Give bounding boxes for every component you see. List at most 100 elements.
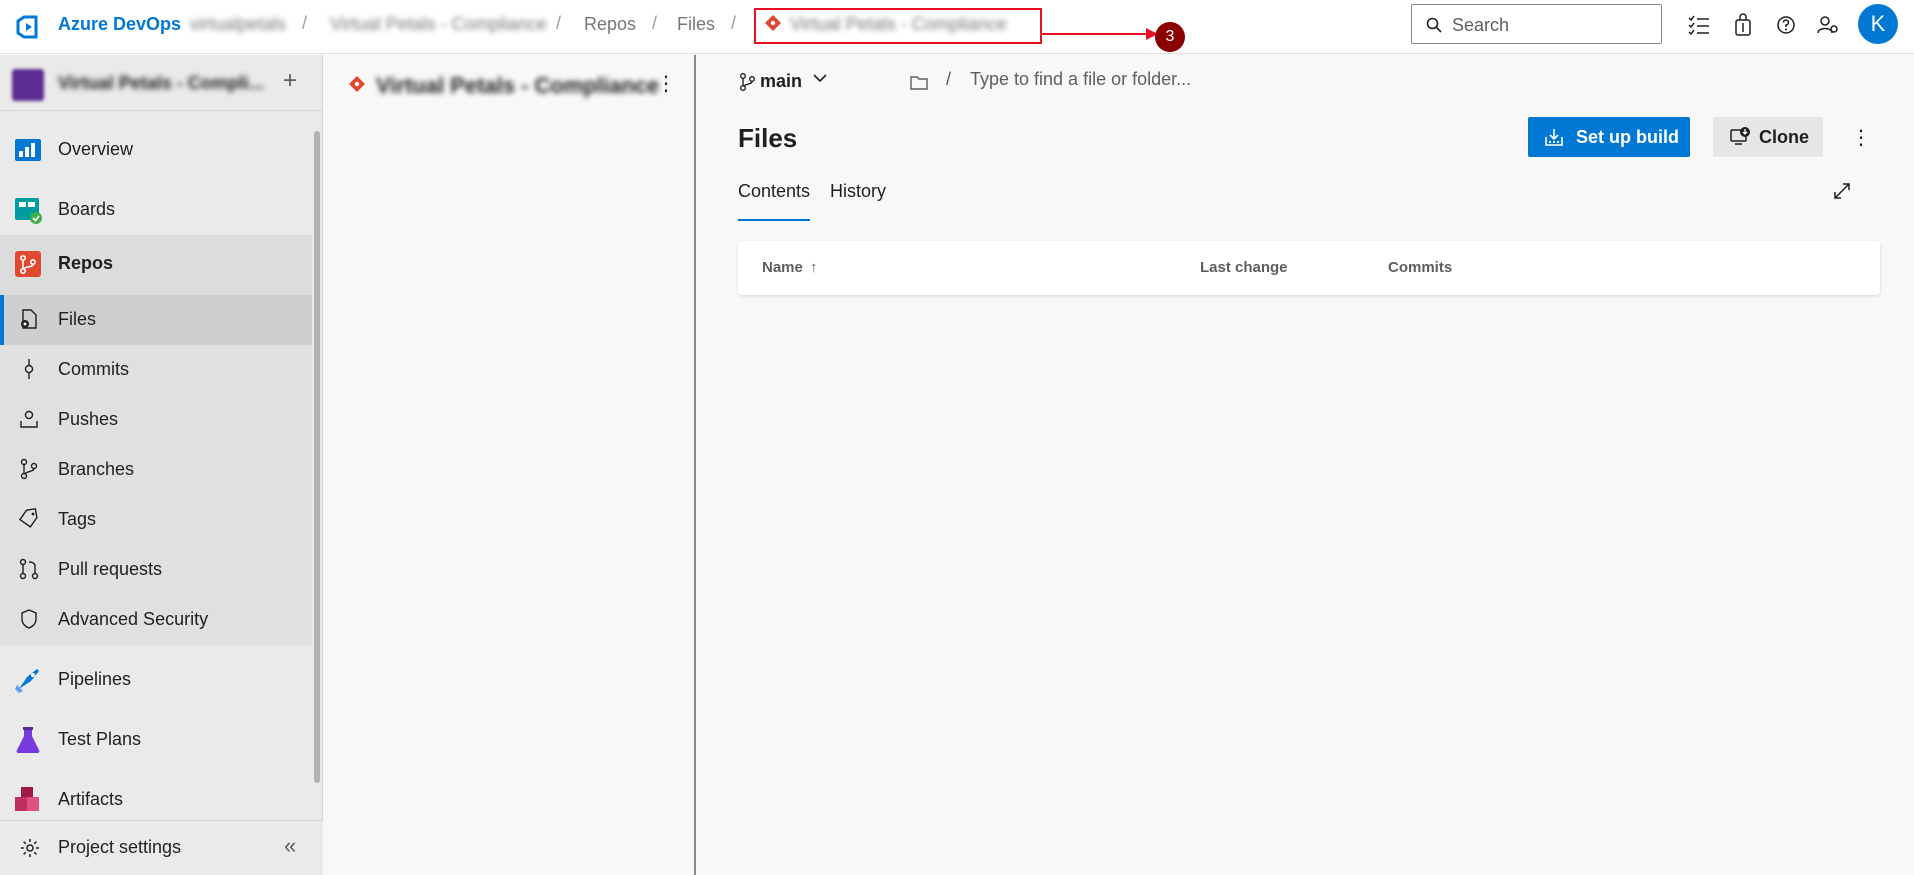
set-up-build-label: Set up build bbox=[1576, 127, 1679, 147]
azure-devops-logo-icon[interactable] bbox=[14, 13, 42, 41]
clone-button[interactable]: Clone bbox=[1713, 117, 1823, 157]
tab-contents[interactable]: Contents bbox=[738, 181, 810, 202]
breadcrumb-separator: / bbox=[556, 13, 562, 33]
build-icon bbox=[1545, 129, 1563, 146]
sidebar-item-label: Files bbox=[58, 309, 97, 329]
breadcrumb-org[interactable]: virtualpetals bbox=[190, 14, 286, 35]
sidebar-item-label: Advanced Security bbox=[58, 609, 209, 629]
project-settings-row[interactable]: Project settings « bbox=[0, 820, 323, 875]
breadcrumb-separator: / bbox=[302, 13, 308, 33]
sidebar-item-label: Pull requests bbox=[58, 559, 163, 579]
sidebar-item-artifacts[interactable]: Artifacts bbox=[0, 775, 312, 825]
page-title: Files bbox=[738, 123, 798, 153]
marketplace-icon[interactable] bbox=[1730, 12, 1756, 38]
clone-label: Clone bbox=[1759, 127, 1810, 147]
breadcrumb-files[interactable]: Files bbox=[677, 14, 715, 35]
repos-section: Repos Files Commits Pushes Branches Tags… bbox=[0, 235, 312, 645]
annotation-highlight-box bbox=[754, 8, 1042, 44]
folder-icon[interactable] bbox=[910, 74, 928, 90]
overview-icon bbox=[15, 139, 41, 161]
breadcrumb-project[interactable]: Virtual Petals - Compliance bbox=[330, 14, 547, 35]
sidebar-item-pipelines[interactable]: Pipelines bbox=[0, 655, 312, 705]
git-repo-icon bbox=[349, 76, 365, 92]
set-up-build-button[interactable]: Set up build bbox=[1528, 117, 1690, 157]
sidebar-item-boards[interactable]: Boards bbox=[0, 185, 312, 235]
tab-history[interactable]: History bbox=[830, 181, 886, 202]
sidebar-item-label: Tags bbox=[58, 509, 97, 529]
annotation-arrow bbox=[1042, 33, 1150, 35]
sidebar-item-test-plans[interactable]: Test Plans bbox=[0, 715, 312, 765]
breadcrumb-repos[interactable]: Repos bbox=[584, 14, 636, 35]
sidebar-item-overview[interactable]: Overview bbox=[0, 125, 312, 175]
column-header-name[interactable]: Name bbox=[762, 259, 803, 276]
sidebar-item-advanced-security[interactable]: Advanced Security bbox=[0, 595, 312, 645]
sidebar-item-label: Repos bbox=[58, 253, 114, 273]
expand-icon[interactable] bbox=[1832, 181, 1852, 201]
sidebar-item-label: Boards bbox=[58, 199, 116, 219]
annotation-badge: 3 bbox=[1155, 22, 1185, 52]
search-icon bbox=[1426, 17, 1442, 33]
brand-name[interactable]: Azure DevOps bbox=[58, 14, 181, 35]
branch-name: main bbox=[760, 71, 803, 91]
chevron-down-icon bbox=[813, 74, 827, 83]
files-icon bbox=[21, 309, 37, 329]
sidebar-item-label: Test Plans bbox=[58, 729, 142, 749]
top-bar: Azure DevOps virtualpetals / Virtual Pet… bbox=[0, 0, 1914, 54]
breadcrumb-separator: / bbox=[652, 13, 658, 33]
tag-icon bbox=[18, 508, 38, 528]
sidebar-item-label: Commits bbox=[58, 359, 129, 379]
more-options-icon[interactable]: ⋮ bbox=[1851, 125, 1871, 150]
artifacts-icon bbox=[15, 787, 39, 811]
project-settings-label: Project settings bbox=[58, 837, 182, 857]
sidebar-item-label: Artifacts bbox=[58, 789, 124, 809]
sidebar-scrollbar[interactable] bbox=[313, 117, 321, 783]
pull-request-icon bbox=[19, 558, 39, 580]
boards-icon bbox=[15, 198, 42, 224]
path-search-input[interactable]: Type to find a file or folder... bbox=[970, 69, 1191, 90]
sort-ascending-icon[interactable]: ↑ bbox=[810, 259, 818, 276]
sidebar-item-label: Pipelines bbox=[58, 669, 132, 689]
sidebar-item-label: Overview bbox=[58, 139, 134, 159]
files-table: Name ↑ Last change Commits bbox=[738, 241, 1880, 295]
collapse-sidebar-icon[interactable]: « bbox=[284, 833, 296, 859]
commit-icon bbox=[24, 359, 34, 379]
branch-icon bbox=[740, 73, 755, 91]
path-separator: / bbox=[946, 69, 952, 89]
sidebar-item-branches[interactable]: Branches bbox=[0, 445, 312, 495]
add-icon[interactable]: + bbox=[283, 67, 297, 95]
tab-active-indicator bbox=[738, 219, 810, 221]
clone-icon bbox=[1730, 127, 1750, 145]
sidebar-item-repos[interactable]: Repos bbox=[0, 235, 312, 295]
project-name: Virtual Petals - Compli... bbox=[58, 73, 264, 93]
sidebar-item-pull-requests[interactable]: Pull requests bbox=[0, 545, 312, 595]
test-plans-icon bbox=[16, 727, 40, 753]
sidebar-item-tags[interactable]: Tags bbox=[0, 495, 312, 545]
work-items-icon[interactable] bbox=[1686, 12, 1712, 38]
column-header-last-change[interactable]: Last change bbox=[1200, 259, 1288, 276]
pipelines-icon bbox=[15, 669, 39, 693]
branch-icon bbox=[20, 458, 38, 480]
repo-title[interactable]: Virtual Petals - Compliance bbox=[376, 73, 659, 99]
repo-more-options-icon[interactable]: ⋮ bbox=[656, 71, 676, 96]
shield-icon bbox=[21, 609, 37, 629]
sidebar-item-commits[interactable]: Commits bbox=[0, 345, 312, 395]
column-header-commits[interactable]: Commits bbox=[1388, 259, 1452, 276]
sidebar-item-label: Branches bbox=[58, 459, 135, 479]
gear-icon bbox=[21, 839, 39, 857]
user-settings-icon[interactable] bbox=[1815, 12, 1841, 38]
scrollbar-thumb[interactable] bbox=[314, 131, 320, 783]
search-placeholder: Search bbox=[1452, 15, 1510, 35]
repos-icon bbox=[15, 251, 41, 277]
main-content: main / Type to find a file or folder... … bbox=[698, 55, 1914, 875]
sidebar-item-pushes[interactable]: Pushes bbox=[0, 395, 312, 445]
repo-tree-pane: Virtual Petals - Compliance ⋮ bbox=[324, 55, 696, 875]
avatar[interactable]: K bbox=[1858, 4, 1898, 44]
sidebar-item-files[interactable]: Files bbox=[0, 295, 312, 345]
sidebar: Virtual Petals - Compli... + Overview Bo… bbox=[0, 55, 323, 875]
push-icon bbox=[20, 410, 38, 428]
project-selector[interactable]: Virtual Petals - Compli... + bbox=[0, 55, 323, 111]
project-avatar-icon bbox=[12, 69, 44, 101]
help-icon[interactable] bbox=[1773, 12, 1799, 38]
sidebar-item-label: Pushes bbox=[58, 409, 119, 429]
search-input[interactable]: Search bbox=[1411, 4, 1662, 44]
